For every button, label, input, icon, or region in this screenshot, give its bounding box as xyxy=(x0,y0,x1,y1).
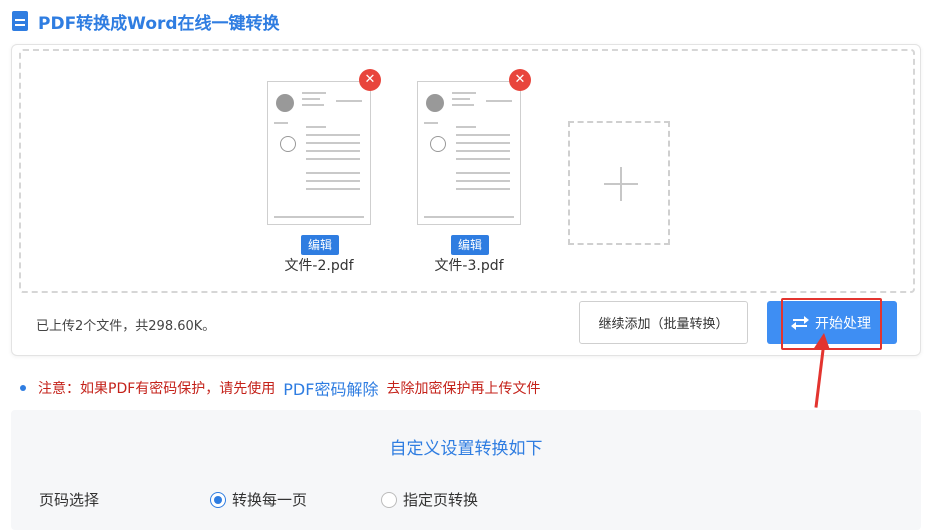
file-name: 文件-2.pdf xyxy=(284,258,354,274)
edit-file-button[interactable]: 编辑 xyxy=(451,235,489,255)
delete-file-button[interactable]: ✕ xyxy=(359,69,381,91)
page-header: PDF转换成Word在线一键转换 xyxy=(12,8,280,34)
delete-file-button[interactable]: ✕ xyxy=(509,69,531,91)
file-thumbnail[interactable] xyxy=(267,81,371,225)
continue-add-button[interactable]: 继续添加（批量转换） xyxy=(579,301,748,344)
add-file-tile[interactable] xyxy=(568,121,670,245)
edit-file-button[interactable]: 编辑 xyxy=(301,235,339,255)
notice-prefix: 注意：如果PDF有密码保护，请先使用 xyxy=(38,381,276,397)
radio-selected-icon xyxy=(210,491,226,508)
radio-specify-pages[interactable]: 指定页转换 xyxy=(381,489,478,510)
file-thumbnail[interactable] xyxy=(417,81,521,225)
bullet-icon xyxy=(20,385,26,391)
radio-convert-all[interactable]: 转换每一页 xyxy=(210,489,307,510)
radio-unselected-icon xyxy=(381,491,397,508)
settings-title: 自定义设置转换如下 xyxy=(389,439,543,459)
notice-suffix: 去除加密保护再上传文件 xyxy=(386,381,541,397)
file-name: 文件-3.pdf xyxy=(434,258,504,274)
settings-panel: 自定义设置转换如下 页码选择 转换每一页 指定页转换 xyxy=(11,410,921,530)
upload-status: 已上传2个文件，共298.60K。 xyxy=(36,319,216,334)
pdf-unlock-link[interactable]: PDF密码解除 xyxy=(283,376,378,400)
upload-dropzone[interactable]: ✕ 编辑 文件-2.pdf ✕ 编辑 文件-3.pdf xyxy=(19,49,915,293)
document-icon xyxy=(12,11,28,31)
radio-label: 转换每一页 xyxy=(232,491,308,509)
radio-label: 指定页转换 xyxy=(403,491,479,509)
notice: 注意：如果PDF有密码保护，请先使用 PDF密码解除 去除加密保护再上传文件 xyxy=(20,376,540,400)
highlight-box xyxy=(781,298,882,350)
page-select-label: 页码选择 xyxy=(39,491,100,509)
page-title: PDF转换成Word在线一键转换 xyxy=(38,13,280,34)
